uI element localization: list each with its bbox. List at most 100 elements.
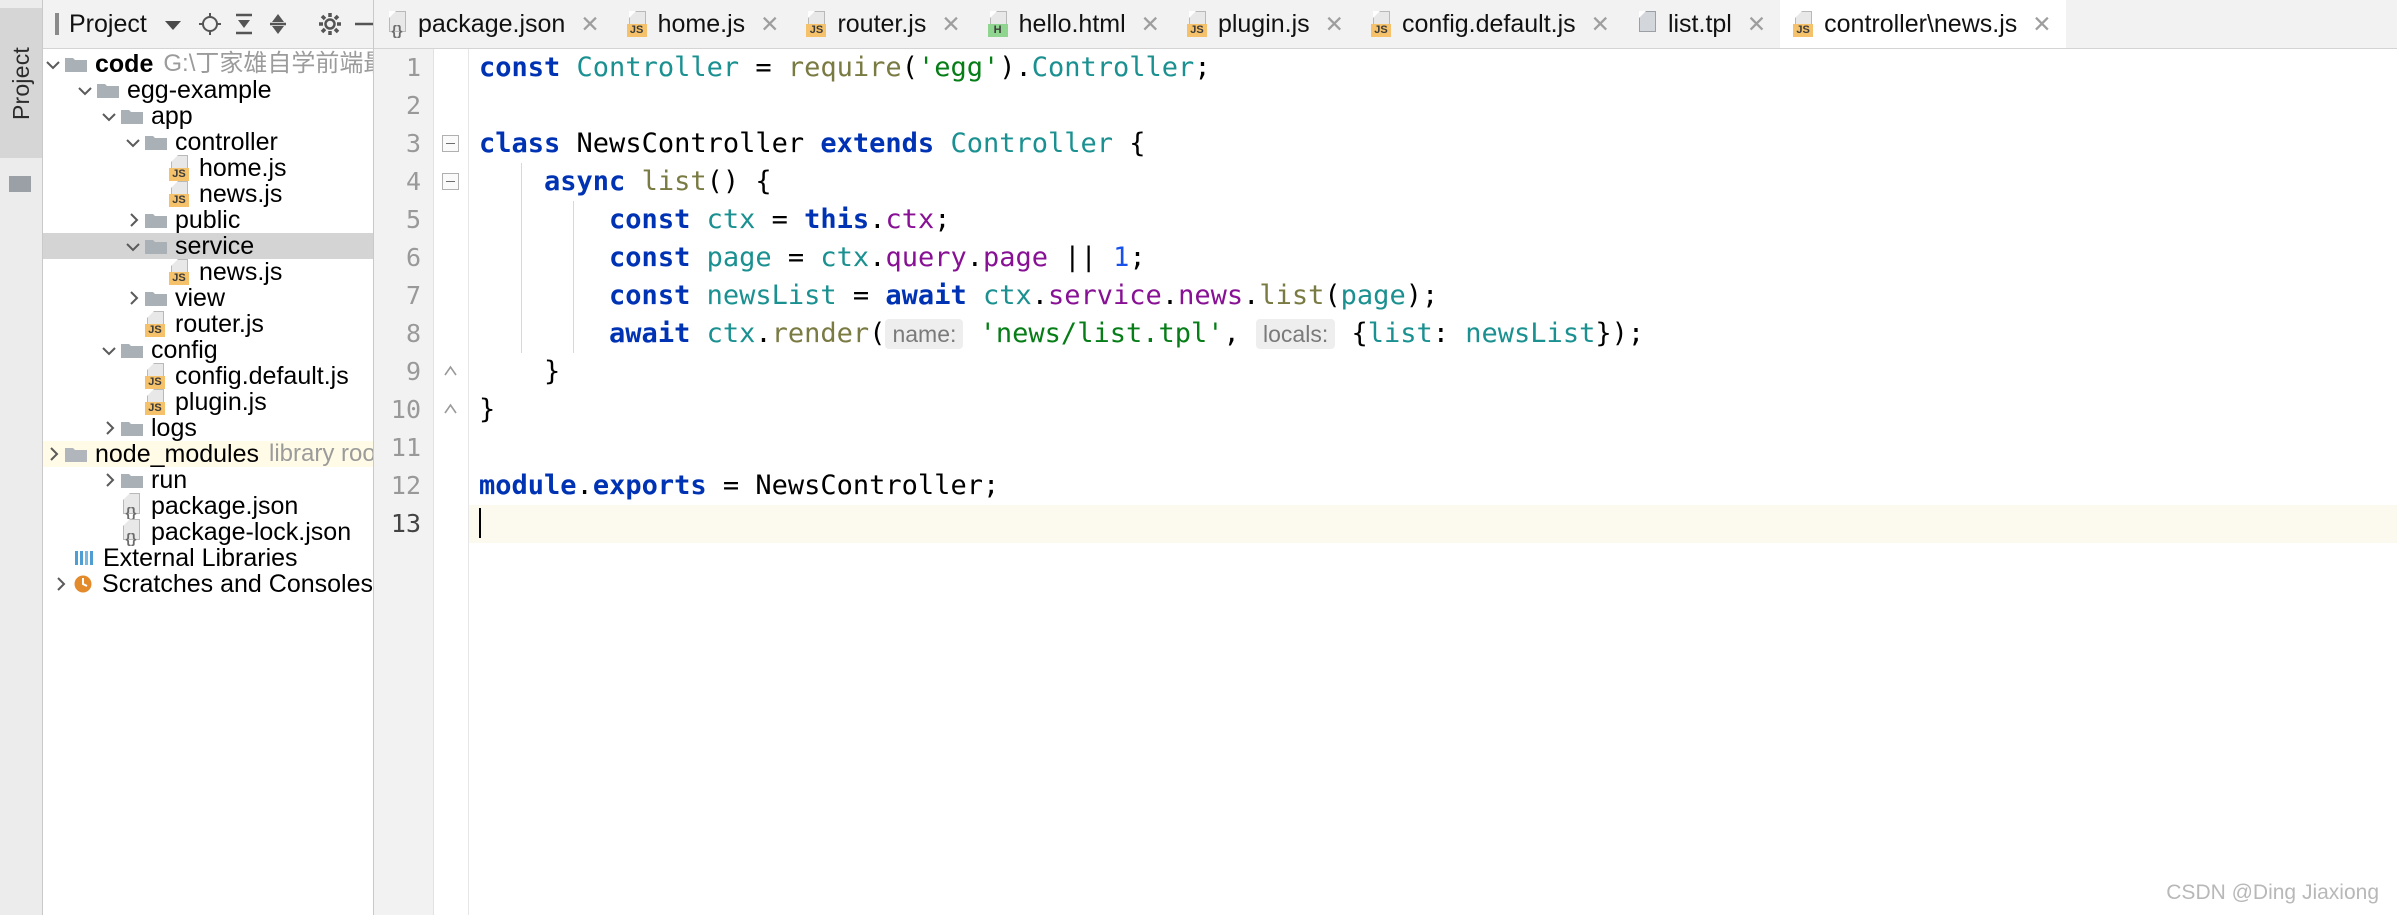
chevron-right-icon[interactable] [50,571,70,597]
chevron-down-icon[interactable] [164,21,181,30]
code-folding-gutter[interactable] [434,49,469,915]
chevron-right-icon[interactable] [123,285,143,311]
tree-item-public[interactable]: public [43,207,373,233]
editor-tab-package.json[interactable]: {} package.json ✕ [374,0,614,48]
chevron-down-icon[interactable] [99,337,119,363]
code-token: ; [1194,52,1211,83]
collapse-all-icon[interactable] [265,7,291,41]
tree-item-config[interactable]: config [43,337,373,363]
gear-icon[interactable] [317,7,343,41]
tree-item-package.json[interactable]: {} package.json [43,493,373,519]
tree-item-label: package-lock.json [151,518,352,546]
tree-item-egg-example[interactable]: egg-example [43,77,373,103]
chevron-right-icon[interactable] [99,467,119,493]
code-line[interactable]: module.exports = NewsController; [469,467,2397,505]
code-line[interactable]: await ctx.render(name: 'news/list.tpl', … [469,315,2397,353]
code-line[interactable]: const Controller = require('egg').Contro… [469,49,2397,87]
chevron-down-icon[interactable] [99,103,119,129]
editor-tab-plugin.js[interactable]: JS plugin.js ✕ [1174,0,1358,48]
close-icon[interactable]: ✕ [1591,12,1610,36]
close-icon[interactable]: ✕ [1141,12,1160,36]
line-number: 8 [405,319,421,348]
close-icon[interactable]: ✕ [1747,12,1766,36]
close-icon[interactable]: ✕ [2032,12,2051,36]
tree-item-news.js[interactable]: JS news.js [43,259,373,285]
tree-item-logs[interactable]: logs [43,415,373,441]
tree-item-label: run [151,466,188,494]
tree-item-plugin.js[interactable]: JS plugin.js [43,389,373,415]
editor-tabs[interactable]: {} package.json ✕ JS home.js ✕ JS router.js ✕ Hhe… [374,0,2066,48]
editor-tab-controller-news.js[interactable]: JS controller\news.js ✕ [1780,0,2066,48]
tool-window-button-project[interactable]: Project [0,8,42,158]
tree-item-service[interactable]: service [43,233,373,259]
code-token: const [609,280,707,311]
tree-item-label: package.json [151,492,299,520]
tree-item-run[interactable]: run [43,467,373,493]
code-editor[interactable]: const Controller = require('egg').Contro… [469,49,2397,915]
fold-collapse-icon[interactable] [442,135,459,152]
tree-arrow-spacer [51,545,71,571]
js-file-icon: JS [626,11,649,37]
editor-tab-home.js[interactable]: JS home.js ✕ [614,0,794,48]
tree-item-config.default.js[interactable]: JS config.default.js [43,363,373,389]
code-token: ctx [706,204,756,235]
code-line[interactable]: const page = ctx.query.page || 1; [469,239,2397,277]
code-token: = NewsController; [706,470,1000,501]
js-file-icon: JS [169,181,191,207]
code-line[interactable] [469,87,2397,125]
fold-end-icon[interactable] [442,363,459,380]
tree-item-label: code [95,50,154,78]
expand-all-icon[interactable] [231,7,257,41]
code-line[interactable]: async list() { [469,163,2397,201]
hide-panel-icon[interactable] [351,7,377,41]
code-line[interactable]: } [469,353,2397,391]
close-icon[interactable]: ✕ [941,12,960,36]
locate-icon[interactable] [197,7,223,41]
code-line[interactable]: class NewsController extends Controller … [469,125,2397,163]
tree-item-news.js[interactable]: JS news.js [43,181,373,207]
code-line[interactable] [469,505,2397,543]
tree-item-app[interactable]: app [43,103,373,129]
chevron-right-icon[interactable] [99,415,119,441]
chevron-down-icon[interactable] [123,129,143,155]
project-tree[interactable]: codeG:\丁家雄自学前端最后一遍\12Eggegg-exampleappco… [43,49,373,915]
code-token: } [479,394,496,425]
fold-end-icon[interactable] [442,401,459,418]
close-icon[interactable]: ✕ [760,12,779,36]
fold-collapse-icon[interactable] [442,173,459,190]
editor-tab-router.js[interactable]: JS router.js ✕ [793,0,974,48]
js-file-icon: JS [806,11,828,37]
chevron-down-icon[interactable] [75,77,95,103]
code-line[interactable]: const ctx = this.ctx; [469,201,2397,239]
code-line[interactable]: const newsList = await ctx.service.news.… [469,277,2397,315]
project-panel: Project code G:\丁家雄自学前端 egg-example app … [43,0,374,915]
folder-icon [143,129,169,155]
tree-item-scratches-and-consoles[interactable]: Scratches and Consoles [43,571,373,597]
code-line[interactable]: } [469,391,2397,429]
tree-item-label: External Libraries [103,544,298,572]
tree-item-code[interactable]: code G:\丁家雄自学前端最后一遍\12Egg [43,51,373,77]
tree-item-node-modules[interactable]: node_modules library root [43,441,373,467]
code-token: ; [934,204,951,235]
close-icon[interactable]: ✕ [580,12,599,36]
tree-item-external-libraries[interactable]: External Libraries [43,545,373,571]
chevron-right-icon[interactable] [43,441,63,467]
chevron-down-icon[interactable] [43,51,63,77]
editor-tab-list.tpl[interactable]: list.tpl ✕ [1624,0,1780,48]
close-icon[interactable]: ✕ [1325,12,1344,36]
tree-item-label: config.default.js [175,362,349,390]
tree-item-controller[interactable]: controller [43,129,373,155]
editor-tab-hello.html[interactable]: Hhello.html ✕ [975,0,1174,48]
code-token: news [1178,280,1244,311]
tree-item-view[interactable]: view [43,285,373,311]
code-token: page [1340,280,1406,311]
tree-item-home.js[interactable]: JS home.js [43,155,373,181]
code-line[interactable] [469,429,2397,467]
structure-tool-marker[interactable] [9,176,31,192]
tree-item-package-lock.json[interactable]: {} package-lock.json [43,519,373,545]
code-token: . [869,204,886,235]
editor-tab-config.default.js[interactable]: JS config.default.js ✕ [1358,0,1624,48]
chevron-right-icon[interactable] [123,207,143,233]
tree-item-router.js[interactable]: JS router.js [43,311,373,337]
chevron-down-icon[interactable] [123,233,143,259]
